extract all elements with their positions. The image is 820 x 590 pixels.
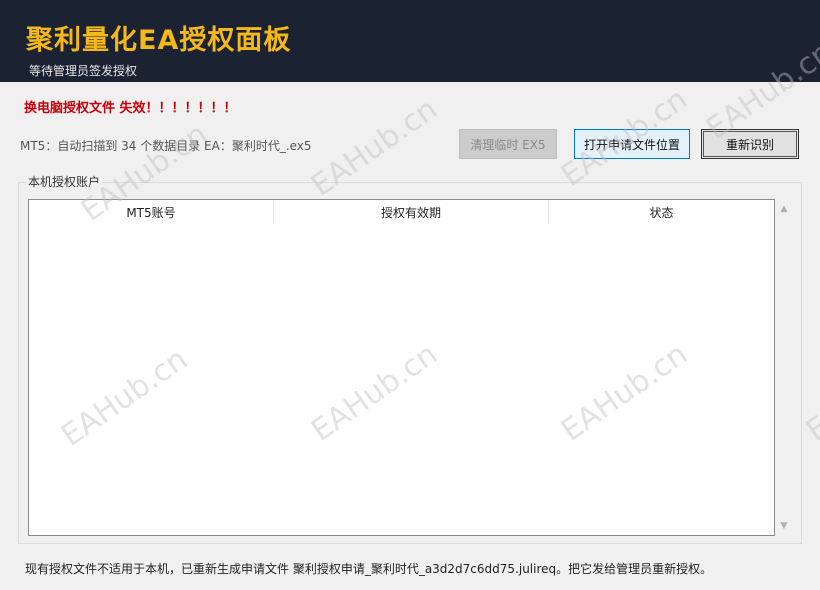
open-request-file-location-button[interactable]: 打开申请文件位置	[574, 129, 690, 159]
accounts-group-title: 本机授权账户	[26, 173, 103, 190]
app-title: 聚利量化EA授权面板	[26, 25, 292, 56]
scan-status: MT5：自动扫描到 34 个数据目录 EA：聚利时代_.ex5	[20, 139, 312, 153]
watermark: EAHub.cn	[800, 336, 820, 449]
clean-temp-ex5-button[interactable]: 清理临时 EX5	[459, 129, 557, 159]
column-header-mt5-account[interactable]: MT5账号	[29, 200, 274, 224]
column-header-status[interactable]: 状态	[549, 200, 774, 224]
app-subtitle: 等待管理员签发授权	[29, 64, 138, 78]
scroll-down-arrow-icon[interactable]: ▼	[776, 518, 792, 534]
list-scrollbar[interactable]: ▲ ▼	[776, 199, 792, 536]
header-bar: 聚利量化EA授权面板 等待管理员签发授权	[0, 0, 820, 82]
rescan-button[interactable]: 重新识别	[701, 129, 799, 159]
accounts-list[interactable]: MT5账号 授权有效期 状态	[28, 199, 775, 536]
scroll-up-arrow-icon[interactable]: ▲	[776, 201, 792, 217]
error-message: 换电脑授权文件 失效！！！！！！！	[24, 101, 237, 116]
column-header-license-validity[interactable]: 授权有效期	[274, 200, 549, 224]
footer-note: 现有授权文件不适用于本机，已重新生成申请文件 聚利授权申请_聚利时代_a3d2d…	[25, 562, 713, 576]
